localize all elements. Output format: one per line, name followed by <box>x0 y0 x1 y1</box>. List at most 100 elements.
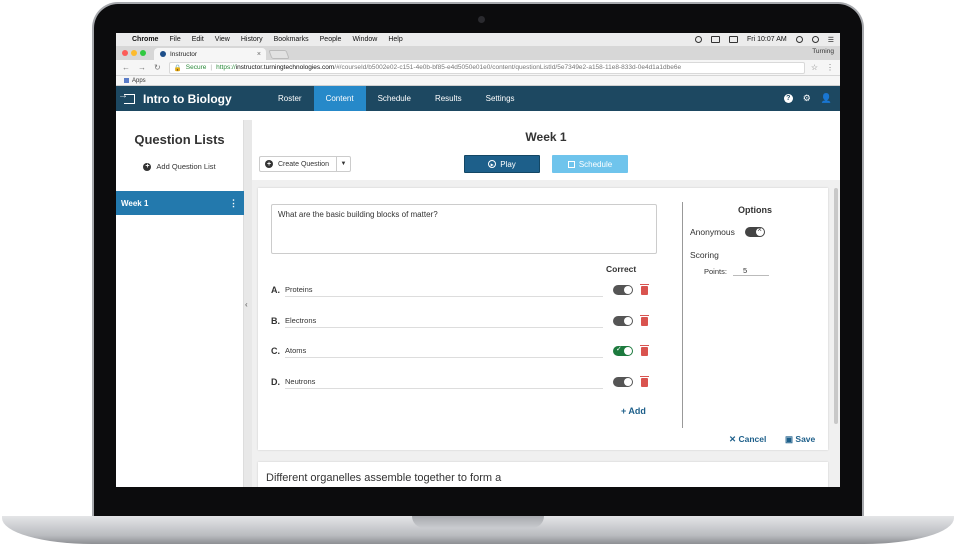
anonymous-toggle[interactable] <box>744 225 765 237</box>
spotlight-icon[interactable] <box>795 36 803 43</box>
apps-bookmark[interactable]: Apps <box>132 78 146 84</box>
correct-header: Correct <box>606 264 637 274</box>
add-question-list-button[interactable]: + Add Question List <box>116 162 243 171</box>
sidebar: Question Lists + Add Question List Week … <box>116 120 244 487</box>
kebab-menu-icon[interactable]: ⋮ <box>229 198 238 209</box>
points-label: Points: <box>704 266 727 276</box>
answer-row: C. Atoms <box>271 343 671 359</box>
browser-tab[interactable]: Instructor × <box>154 48 266 60</box>
options-divider <box>682 202 683 428</box>
question-text-input[interactable]: What are the basic building blocks of ma… <box>271 204 657 254</box>
new-tab-button[interactable] <box>268 50 290 59</box>
forward-icon[interactable]: → <box>138 63 146 72</box>
page-title: Week 1 <box>525 130 567 144</box>
browser-menu-icon[interactable]: ⋮ <box>826 63 834 72</box>
answer-row: B. Electrons <box>271 313 671 329</box>
calendar-icon <box>567 160 575 168</box>
answer-letter: C. <box>271 346 280 356</box>
url-path: /#/courseId/b5002e02-c151-4e0b-bf85-e4d5… <box>334 64 682 71</box>
address-bar: ← → ↻ 🔒 Secure | https:// instructor.tur… <box>116 60 840 76</box>
anonymous-label: Anonymous <box>690 227 735 237</box>
trash-icon[interactable] <box>640 314 649 326</box>
apps-grid-icon <box>124 78 129 83</box>
menu-history[interactable]: History <box>241 36 263 43</box>
sidebar-item-label: Week 1 <box>121 198 149 208</box>
main-content: Week 1 + Create Question ▼ ▶ Play Schedu… <box>252 120 840 487</box>
wifi-icon[interactable] <box>695 36 703 43</box>
correct-toggle[interactable] <box>613 285 633 295</box>
trash-icon[interactable] <box>640 283 649 295</box>
tab-content[interactable]: Content <box>313 86 366 111</box>
gear-icon[interactable]: ⚙ <box>803 93 811 104</box>
points-option: Points: 5 <box>704 266 769 276</box>
options-title: Options <box>738 205 772 215</box>
camera-icon <box>478 16 485 23</box>
trash-icon[interactable] <box>640 344 649 356</box>
menu-chrome[interactable]: Chrome <box>132 36 158 43</box>
scrollbar[interactable] <box>834 188 838 424</box>
siri-icon[interactable] <box>811 36 819 43</box>
trash-icon[interactable] <box>640 375 649 387</box>
schedule-label: Schedule <box>578 159 613 169</box>
schedule-button[interactable]: Schedule <box>552 155 628 173</box>
main-toolbar: Week 1 + Create Question ▼ ▶ Play Schedu… <box>252 120 840 180</box>
add-answer-button[interactable]: + Add <box>621 406 646 416</box>
play-icon: ▶ <box>488 160 497 168</box>
close-window-icon[interactable] <box>122 50 128 56</box>
answer-text-input[interactable]: Neutrons <box>285 375 603 389</box>
clock[interactable]: Fri 10:07 AM <box>747 36 787 43</box>
cancel-button[interactable]: ✕ Cancel <box>729 434 766 445</box>
save-label: Save <box>795 434 816 444</box>
airplay-icon[interactable] <box>711 36 721 43</box>
tab-settings[interactable]: Settings <box>474 86 527 111</box>
chevron-left-icon: ‹ <box>245 300 248 309</box>
next-question-card[interactable]: Different organelles assemble together t… <box>258 462 828 487</box>
help-icon[interactable]: ? <box>783 94 793 103</box>
close-tab-icon[interactable]: × <box>257 51 261 58</box>
save-button[interactable]: ▣ Save <box>785 434 815 445</box>
create-question-label: Create Question <box>278 160 329 168</box>
tab-results[interactable]: Results <box>423 86 474 111</box>
floppy-disk-icon: ▣ <box>785 434 794 444</box>
tab-title: Instructor <box>170 50 198 58</box>
sidebar-item-week-1[interactable]: Week 1 ⋮ <box>116 191 244 215</box>
menu-help[interactable]: Help <box>388 36 402 43</box>
points-input[interactable]: 5 <box>732 266 769 276</box>
menu-window[interactable]: Window <box>352 36 377 43</box>
menu-file[interactable]: File <box>169 36 180 43</box>
chevron-down-icon[interactable]: ▼ <box>336 157 350 171</box>
correct-toggle[interactable] <box>613 345 633 356</box>
profile-name[interactable]: Turning <box>812 48 834 55</box>
menu-view[interactable]: View <box>215 36 230 43</box>
correct-toggle[interactable] <box>613 316 633 326</box>
answer-text-input[interactable]: Electrons <box>285 314 603 328</box>
next-question-text: Different organelles assemble together t… <box>266 472 502 484</box>
header-icons: ? ⚙ 👤 <box>783 86 840 111</box>
play-label: Play <box>500 159 516 169</box>
course-title: Intro to Biology <box>143 91 232 106</box>
correct-toggle[interactable] <box>613 377 633 387</box>
tab-roster[interactable]: Roster <box>266 86 314 111</box>
app-header: Intro to Biology Roster Content Schedule… <box>116 86 840 111</box>
answer-text-input[interactable]: Proteins <box>285 283 603 297</box>
menu-bookmarks[interactable]: Bookmarks <box>274 36 309 43</box>
menu-people[interactable]: People <box>320 36 342 43</box>
create-question-button[interactable]: + Create Question ▼ <box>259 156 351 172</box>
tab-schedule[interactable]: Schedule <box>366 86 423 111</box>
user-icon[interactable]: 👤 <box>821 93 832 104</box>
reload-icon[interactable]: ↻ <box>154 63 161 72</box>
notifications-icon[interactable]: ☰ <box>828 36 834 44</box>
url-input[interactable]: 🔒 Secure | https:// instructor.turningte… <box>168 61 805 74</box>
exit-course-icon[interactable] <box>118 90 135 104</box>
answer-text-input[interactable]: Atoms <box>285 344 603 358</box>
minimize-window-icon[interactable] <box>131 50 137 56</box>
play-button[interactable]: ▶ Play <box>464 155 540 173</box>
sidebar-collapse-handle[interactable]: ‹ <box>244 120 252 487</box>
battery-icon[interactable] <box>729 36 739 43</box>
menu-edit[interactable]: Edit <box>192 36 204 43</box>
bookmark-star-icon[interactable]: ☆ <box>811 63 818 72</box>
maximize-window-icon[interactable] <box>140 50 146 56</box>
answer-row: A. Proteins <box>271 282 671 298</box>
back-icon[interactable]: ← <box>122 63 130 72</box>
answer-letter: A. <box>271 285 280 295</box>
